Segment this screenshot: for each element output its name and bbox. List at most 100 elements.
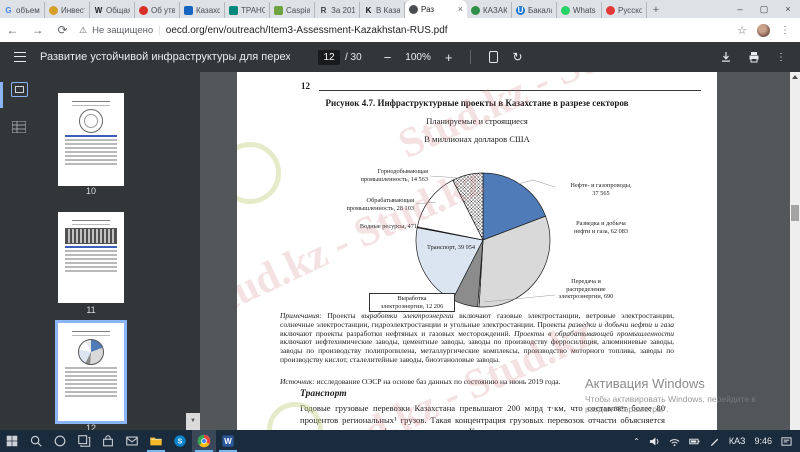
pen-icon[interactable]	[709, 436, 720, 447]
screen: GобъемИнвестWОбщаяОб утвКазахстТРАНСCasp…	[0, 0, 800, 452]
reload-icon[interactable]: ⟳	[50, 23, 75, 37]
tab-title: Общая	[106, 5, 130, 15]
tab-title: ТРАНС	[241, 5, 265, 15]
taskbar-start-icon[interactable]	[0, 430, 24, 452]
page-number-input[interactable]: 12	[318, 49, 340, 65]
print-icon[interactable]	[748, 51, 760, 63]
tray-chevron-icon[interactable]: ⌃	[633, 437, 640, 446]
thumbnail-page-number: 11	[86, 305, 96, 315]
tab-title: Раз	[421, 4, 435, 14]
taskbar-chrome-icon[interactable]	[192, 430, 216, 452]
pie-label: Нефте- и газопроводы, 37 565	[570, 182, 632, 197]
browser-toolbar: ← → ⟳ ⚠ Не защищено | oecd.org/env/outre…	[0, 18, 800, 42]
zoom-level: 100%	[405, 51, 431, 63]
tab[interactable]: R За 201	[315, 2, 360, 18]
browser-tab-strip: Gобъем Инвест WОбщая Об утв Казахст ТРАНС Casp…	[0, 0, 800, 18]
taskbar-word-icon[interactable]: W	[216, 430, 240, 452]
tab[interactable]: UБакала	[512, 2, 557, 18]
security-label: Не защищено	[92, 24, 154, 36]
tab-title: За 201	[331, 5, 355, 15]
sidebar-scrollbar[interactable]: ▼	[186, 413, 200, 430]
back-icon[interactable]: ←	[0, 23, 25, 37]
tabs-container: Gобъем Инвест WОбщая Об утв Казахст ТРАНС Casp…	[0, 0, 647, 18]
tab-close-icon[interactable]: ×	[458, 4, 463, 14]
whatsapp-favicon-icon	[561, 5, 570, 15]
browser-menu-icon[interactable]: ⋮	[780, 25, 790, 36]
network-icon[interactable]	[669, 436, 680, 447]
u-blue-favicon-icon: U	[516, 5, 525, 15]
crescent-green-favicon-icon	[471, 5, 480, 15]
zoom-in-button[interactable]: +	[445, 50, 453, 65]
security-warning-icon: ⚠	[79, 24, 88, 35]
tab-active[interactable]: Раз ×	[405, 0, 467, 18]
zoom-out-button[interactable]: −	[384, 50, 392, 65]
pdf-toolbar: Развитие устойчивой инфраструктуры для п…	[0, 42, 800, 72]
tab[interactable]: K В Каза	[360, 2, 405, 18]
tab[interactable]: W Общая	[90, 2, 135, 18]
toolbar-right: ☆ ⋮	[737, 23, 800, 37]
window-controls: – ▢ ×	[728, 0, 800, 18]
pie-label: Горнодобывающая промышленность, 14 563	[360, 168, 428, 183]
taskbar-skype-icon[interactable]: S	[168, 430, 192, 452]
taskbar-mail-icon[interactable]	[120, 430, 144, 452]
page-thumbnail-12[interactable]	[55, 320, 127, 424]
taskbar-search-icon[interactable]	[24, 430, 48, 452]
close-button[interactable]: ×	[776, 0, 800, 18]
taskbar-store-icon[interactable]	[96, 430, 120, 452]
tab[interactable]: Gобъем	[0, 2, 45, 18]
scrollbar-thumb[interactable]	[791, 205, 799, 221]
forward-icon[interactable]: →	[25, 23, 50, 37]
windows-taskbar: S W ⌃ КАЗ 9:46	[0, 430, 800, 452]
language-indicator[interactable]: КАЗ	[729, 436, 746, 446]
volume-icon[interactable]	[649, 436, 660, 447]
tab[interactable]: Об утв	[135, 2, 180, 18]
page-thumbnail-11[interactable]	[58, 212, 124, 303]
tab[interactable]: Казахст	[180, 2, 225, 18]
page-thumbnail-10[interactable]	[58, 93, 124, 186]
tab[interactable]: Инвест	[45, 2, 90, 18]
zoom-controls: − 100% + ↻	[384, 50, 523, 65]
pdf-page-12: 12 Рисунок 4.7. Инфраструктурные проекты…	[237, 72, 717, 430]
tab[interactable]: Whats	[557, 2, 602, 18]
pdf-document-title: Развитие устойчивой инфраструктуры для п…	[40, 51, 290, 63]
tab-title: Русско	[618, 5, 642, 15]
svg-text:S: S	[178, 439, 183, 446]
wikipedia-favicon-icon: W	[94, 5, 103, 15]
tab[interactable]: Caspian	[270, 2, 315, 18]
bookmark-star-icon[interactable]: ☆	[737, 24, 747, 37]
pie-label: Выработка электроэнергии, 12 206	[369, 293, 455, 313]
tab-title: Об утв	[151, 5, 175, 15]
rotate-icon[interactable]: ↻	[512, 50, 522, 64]
pie-label: Транспорт, 39 954	[426, 244, 476, 251]
pdf-content-area: 10 11 12 ▼ 12 Рисунок 4.7. Инфраструктурны…	[0, 72, 800, 430]
page-scrollbar[interactable]	[790, 72, 800, 430]
tab-title: Казахст	[196, 5, 220, 15]
minimize-button[interactable]: –	[728, 0, 752, 18]
maximize-button[interactable]: ▢	[752, 0, 776, 18]
taskbar-file-explorer-icon[interactable]	[144, 430, 168, 452]
tab[interactable]: Русско	[602, 2, 647, 18]
pdf-menu-button[interactable]	[0, 52, 40, 62]
toolbar-divider	[470, 50, 472, 64]
notification-center-icon[interactable]	[781, 436, 792, 447]
clock[interactable]: 9:46	[754, 436, 772, 446]
battery-icon[interactable]	[689, 436, 700, 447]
hamburger-icon	[14, 52, 26, 62]
pie-label: Разведка и добыча нефти и газа, 62 083	[573, 220, 629, 235]
outline-view-icon[interactable]	[11, 120, 27, 134]
thumbnails-view-icon[interactable]	[11, 82, 28, 97]
page-total-label: / 30	[345, 51, 362, 63]
tab[interactable]: ТРАНС	[225, 2, 270, 18]
taskbar-task-view-icon[interactable]	[72, 430, 96, 452]
pie-label: Передача и распределение электроэнергии,…	[558, 278, 614, 301]
taskbar-cortana-icon[interactable]	[48, 430, 72, 452]
scrollbar-up-arrow[interactable]	[792, 75, 798, 79]
profile-avatar[interactable]	[757, 23, 770, 37]
pdf-menu-dots-icon[interactable]: ⋮	[776, 52, 786, 63]
address-bar[interactable]: ⚠ Не защищено | oecd.org/env/outreach/It…	[79, 25, 448, 36]
download-icon[interactable]	[720, 51, 732, 63]
tab[interactable]: КАЗАК	[467, 2, 512, 18]
fit-page-icon[interactable]	[489, 51, 499, 63]
tab-title: Инвест	[61, 5, 85, 15]
new-tab-button[interactable]: +	[647, 2, 665, 18]
